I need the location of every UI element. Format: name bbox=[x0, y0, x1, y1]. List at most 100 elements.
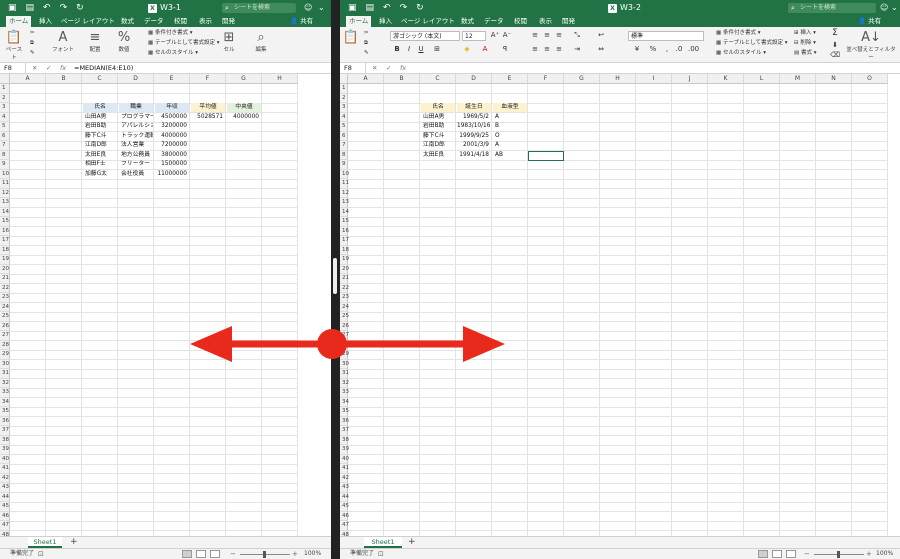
cells-group-button[interactable]: ⊞ セル bbox=[218, 29, 240, 61]
page-break-view-button[interactable] bbox=[210, 550, 220, 558]
copy-icon[interactable]: ⧉ bbox=[364, 40, 368, 47]
clear-icon[interactable]: ⌫ bbox=[830, 51, 840, 61]
spreadsheet-grid[interactable]: A B C D E F G H I J K L M N O 1 2 3 4 5 6 7 8 9 10 11 12 13 14 15 16 17… bbox=[340, 74, 900, 536]
table-header-cell[interactable]: 氏名 bbox=[421, 103, 455, 112]
row-header[interactable]: 39 bbox=[340, 445, 349, 455]
spreadsheet-grid[interactable]: A B C D E F G H 1 2 3 4 5 6 7 8 9 10 11 12 13 14 15 16 17 18 19 20 2… bbox=[0, 74, 331, 536]
table-cell[interactable]: O bbox=[493, 132, 527, 141]
row-header[interactable]: 43 bbox=[340, 483, 349, 493]
autosum-icon[interactable]: Σ bbox=[830, 29, 840, 39]
table-cell[interactable]: 1969/5/2 bbox=[457, 113, 491, 122]
row-header[interactable]: 38 bbox=[0, 435, 10, 445]
row-header[interactable]: 28 bbox=[340, 340, 349, 350]
save-icon[interactable]: ▤ bbox=[26, 2, 35, 14]
row-header[interactable]: 4 bbox=[0, 112, 10, 122]
split-handle[interactable] bbox=[333, 258, 337, 294]
column-header[interactable]: F bbox=[528, 74, 564, 84]
fill-color-icon[interactable]: ◈ bbox=[462, 45, 472, 55]
percent-icon[interactable]: % bbox=[648, 45, 658, 55]
column-header[interactable]: D bbox=[118, 74, 154, 84]
row-header[interactable]: 10 bbox=[340, 169, 349, 179]
table-cell[interactable]: 山田A男 bbox=[421, 113, 455, 122]
table-cell[interactable]: 4000000 bbox=[155, 132, 189, 141]
column-header[interactable]: H bbox=[600, 74, 636, 84]
font-size-select[interactable]: 12 bbox=[462, 31, 486, 41]
table-header-cell[interactable]: 年収 bbox=[155, 103, 189, 112]
row-header[interactable]: 17 bbox=[340, 236, 349, 246]
stat-header-cell[interactable]: 平均値 bbox=[191, 103, 225, 112]
tab-6[interactable]: 表示 bbox=[536, 16, 555, 27]
column-header[interactable]: B bbox=[46, 74, 82, 84]
row-header[interactable]: 42 bbox=[340, 473, 349, 483]
decrease-decimal-icon[interactable]: .00 bbox=[688, 45, 699, 55]
row-header[interactable]: 20 bbox=[340, 264, 349, 274]
table-cell[interactable]: 加藤G太 bbox=[83, 170, 117, 179]
search-input[interactable]: シートを検索 bbox=[222, 3, 296, 13]
zoom-out-icon[interactable]: − bbox=[804, 549, 810, 559]
row-header[interactable]: 47 bbox=[340, 521, 349, 531]
table-cell[interactable]: アパレルショップ店員 bbox=[119, 122, 153, 131]
redo-icon[interactable]: ↷ bbox=[400, 2, 408, 14]
refresh-icon[interactable]: ↻ bbox=[416, 2, 424, 14]
zoom-knob[interactable] bbox=[263, 551, 266, 558]
selected-cell[interactable] bbox=[528, 150, 564, 161]
select-all-corner[interactable] bbox=[340, 74, 348, 84]
table-format-button[interactable]: ▦ テーブルとして書式設定 ▾ bbox=[716, 40, 787, 47]
sidebar-icon[interactable]: ▣ bbox=[8, 2, 17, 14]
row-header[interactable]: 29 bbox=[0, 350, 10, 360]
row-header[interactable]: 45 bbox=[0, 502, 10, 512]
cut-icon[interactable]: ✂ bbox=[30, 30, 35, 37]
fx-icon[interactable]: fx bbox=[400, 63, 406, 73]
align-top-icon[interactable]: ≡ bbox=[530, 31, 540, 41]
row-header[interactable]: 47 bbox=[0, 521, 10, 531]
tab-0[interactable]: ホーム bbox=[346, 16, 372, 27]
edit-group-button[interactable]: ⌕ 編集 bbox=[250, 29, 272, 61]
row-header[interactable]: 36 bbox=[0, 416, 10, 426]
column-header[interactable]: I bbox=[636, 74, 672, 84]
table-cell[interactable]: A bbox=[493, 113, 527, 122]
table-cell[interactable]: 11000000 bbox=[155, 170, 189, 179]
row-header[interactable]: 33 bbox=[0, 388, 10, 398]
row-header[interactable]: 18 bbox=[340, 245, 349, 255]
zoom-out-icon[interactable]: − bbox=[230, 549, 236, 559]
row-header[interactable]: 2 bbox=[340, 93, 348, 103]
align-right-icon[interactable]: ≡ bbox=[554, 45, 564, 55]
row-header[interactable]: 8 bbox=[0, 150, 10, 160]
row-header[interactable]: 39 bbox=[0, 445, 10, 455]
add-sheet-icon[interactable]: + bbox=[70, 537, 78, 548]
row-header[interactable]: 4 bbox=[340, 112, 348, 122]
row-header[interactable]: 15 bbox=[340, 217, 349, 227]
table-cell[interactable]: 1983/10/16 bbox=[457, 122, 491, 131]
format-button[interactable]: ▤ 書式 ▾ bbox=[794, 50, 816, 57]
column-header[interactable]: F bbox=[190, 74, 226, 84]
zoom-in-icon[interactable]: + bbox=[866, 549, 872, 559]
table-cell[interactable]: プログラマー bbox=[119, 113, 153, 122]
row-header[interactable]: 21 bbox=[340, 274, 349, 284]
column-header[interactable]: N bbox=[816, 74, 852, 84]
sort-filter-button[interactable]: A↓ 並べ替えとフィルター bbox=[845, 29, 897, 61]
row-header[interactable]: 9 bbox=[340, 160, 348, 170]
row-header[interactable]: 34 bbox=[0, 397, 10, 407]
row-header[interactable]: 12 bbox=[340, 188, 349, 198]
table-cell[interactable]: 1999/9/25 bbox=[457, 132, 491, 141]
table-header-cell[interactable]: 職業 bbox=[119, 103, 153, 112]
format-painter-icon[interactable]: ✎ bbox=[364, 50, 369, 57]
row-header[interactable]: 7 bbox=[0, 141, 10, 151]
table-cell[interactable]: 岩田B助 bbox=[421, 122, 455, 131]
column-header[interactable]: A bbox=[348, 74, 384, 84]
bold-icon[interactable]: B bbox=[392, 45, 402, 55]
row-header[interactable]: 17 bbox=[0, 236, 10, 246]
row-header[interactable]: 5 bbox=[340, 122, 348, 132]
table-cell[interactable]: AB bbox=[493, 151, 527, 160]
align-middle-icon[interactable]: ≡ bbox=[542, 31, 552, 41]
row-header[interactable]: 28 bbox=[0, 340, 10, 350]
font-settings-icon[interactable]: ꟼ bbox=[500, 45, 510, 55]
table-cell[interactable]: A bbox=[493, 141, 527, 150]
paste-button[interactable]: 📋 bbox=[342, 29, 360, 61]
row-header[interactable]: 14 bbox=[340, 207, 349, 217]
row-header[interactable]: 41 bbox=[0, 464, 10, 474]
row-header[interactable]: 12 bbox=[0, 188, 10, 198]
table-cell[interactable]: 会社役員 bbox=[119, 170, 153, 179]
table-cell[interactable]: 7200000 bbox=[155, 141, 189, 150]
tab-1[interactable]: 挿入 bbox=[36, 16, 55, 27]
